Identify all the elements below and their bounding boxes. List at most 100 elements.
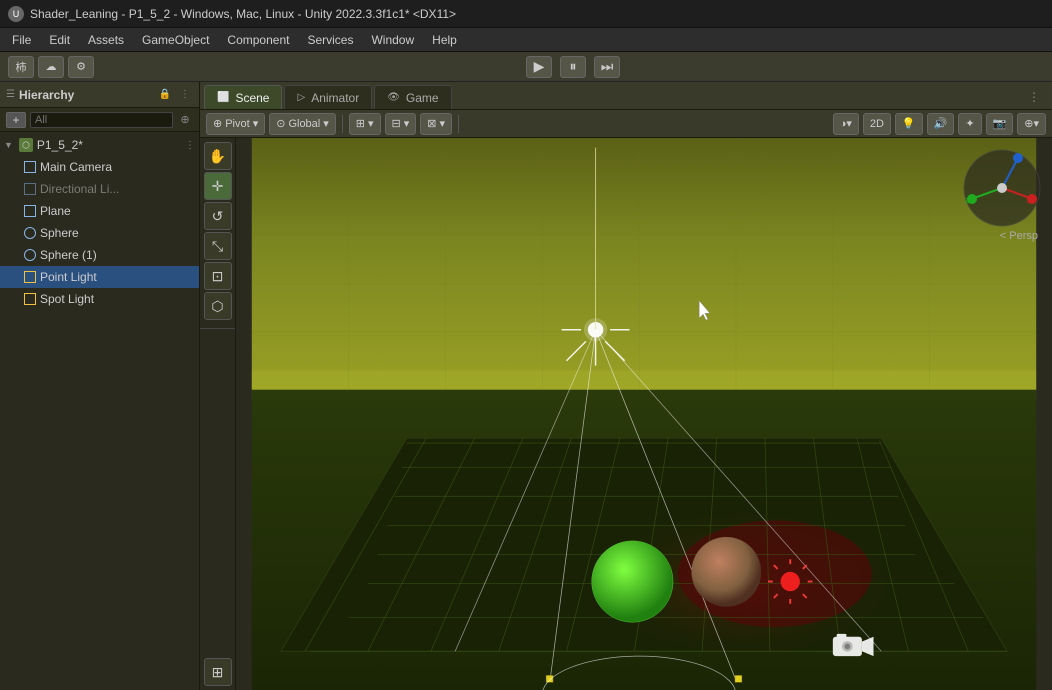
global-arrow-icon: ▾ xyxy=(323,117,329,130)
global-btn[interactable]: ⊙ Global ▾ xyxy=(269,113,336,135)
scene-kebab-btn[interactable]: ⋮ xyxy=(185,140,195,151)
menu-assets[interactable]: Assets xyxy=(80,31,132,49)
tab-animator[interactable]: ▷ Animator xyxy=(284,85,372,109)
window-title: Shader_Leaning - P1_5_2 - Windows, Mac, … xyxy=(30,7,456,21)
settings-btn[interactable]: ⚙ xyxy=(68,56,94,78)
grid-btn-3[interactable]: ⊠▾ xyxy=(420,113,452,135)
cloud-btn[interactable]: ☁ xyxy=(38,56,64,78)
toolbar-sep-2 xyxy=(458,115,459,133)
scene-content: z x y < xyxy=(236,138,1052,690)
animator-tab-label: Animator xyxy=(311,91,359,105)
svg-text:z: z xyxy=(965,195,970,205)
spot-light-icon xyxy=(24,293,36,305)
app-icon: U xyxy=(8,6,24,22)
hierarchy-more-btn[interactable]: ⋮ xyxy=(177,87,193,103)
scene-tab-label: Scene xyxy=(235,91,269,105)
title-bar: U Shader_Leaning - P1_5_2 - Windows, Mac… xyxy=(0,0,1052,28)
pivot-btn[interactable]: ⊕ Pivot ▾ xyxy=(206,113,265,135)
pivot-icon: ⊕ xyxy=(213,117,222,130)
hierarchy-header: ☰ Hierarchy 🔒 ⋮ xyxy=(0,82,199,108)
fx-toggle-btn[interactable]: ✦ xyxy=(958,113,981,135)
scene-svg xyxy=(236,138,1052,690)
hierarchy-scene-root[interactable]: ▼ ⬡ P1_5_2* ⋮ xyxy=(0,134,199,156)
move-tool-btn[interactable]: ✛ xyxy=(204,172,232,200)
game-tab-label: Game xyxy=(406,91,439,105)
play-btn[interactable]: ▶ xyxy=(526,56,552,78)
hierarchy-item-plane[interactable]: Plane xyxy=(0,200,199,222)
hierarchy-item-sphere-1[interactable]: Sphere (1) xyxy=(0,244,199,266)
account-btn[interactable]: 柿 xyxy=(8,56,34,78)
hierarchy-item-spot-light[interactable]: Spot Light xyxy=(0,288,199,310)
tree-item-label: Sphere (1) xyxy=(40,248,97,262)
hand-tool-btn[interactable]: ✋ xyxy=(204,142,232,170)
scene-toolbar: ⊕ Pivot ▾ ⊙ Global ▾ ⊞▾ ⊟▾ ⊠▾ ◑▾ 2D 💡 🔊 … xyxy=(200,110,1052,138)
main-layout: ☰ Hierarchy 🔒 ⋮ + ⊕ ▼ ⬡ P1_5_2* ⋮ Main C… xyxy=(0,82,1052,690)
hierarchy-item-sphere[interactable]: Sphere xyxy=(0,222,199,244)
tab-game[interactable]: 👁 Game xyxy=(374,85,451,109)
rect-tool-btn[interactable]: ⊡ xyxy=(204,262,232,290)
shading-btn[interactable]: ◑▾ xyxy=(833,113,859,135)
transform-tool-btn[interactable]: ⬡ xyxy=(204,292,232,320)
hierarchy-item-main-camera[interactable]: Main Camera xyxy=(0,156,199,178)
hierarchy-menu-icon: ☰ xyxy=(6,89,15,100)
pause-btn[interactable]: ⏸ xyxy=(560,56,586,78)
dir-light-icon xyxy=(24,183,36,195)
menu-bar: File Edit Assets GameObject Component Se… xyxy=(0,28,1052,52)
pivot-label: Pivot xyxy=(225,118,249,130)
tree-item-label: Sphere xyxy=(40,226,79,240)
hierarchy-lock-btn[interactable]: 🔒 xyxy=(157,87,173,103)
camera-effects-btn[interactable]: 📷 xyxy=(986,113,1014,135)
tab-more-btn[interactable]: ⋮ xyxy=(1020,85,1048,109)
scene-icon: ⬡ xyxy=(19,138,33,152)
menu-component[interactable]: Component xyxy=(219,31,297,49)
point-light-icon xyxy=(24,271,36,283)
global-icon: ⊙ xyxy=(276,117,285,130)
hierarchy-item-directional-light[interactable]: Directional Li... xyxy=(0,178,199,200)
tree-item-label: Main Camera xyxy=(40,160,112,174)
plane-icon xyxy=(24,205,36,217)
tree-expand-arrow: ▼ xyxy=(4,140,13,150)
account-area: 柿 ☁ ⚙ xyxy=(8,56,94,78)
scene-tab-icon: ⬜ xyxy=(217,92,229,103)
content-area: ⬜ Scene ▷ Animator 👁 Game ⋮ ⊕ Pivot ▾ ⊙ … xyxy=(200,82,1052,690)
hierarchy-item-point-light[interactable]: Point Light xyxy=(0,266,199,288)
scene-name: P1_5_2* xyxy=(37,138,83,152)
custom-editor-btn[interactable]: ⊞ xyxy=(204,658,232,686)
gizmos-btn[interactable]: ⊕▾ xyxy=(1017,113,1046,135)
game-tab-icon: 👁 xyxy=(387,92,400,103)
tree-item-label: Plane xyxy=(40,204,71,218)
hierarchy-add-btn[interactable]: + xyxy=(6,112,26,128)
nav-gizmo[interactable]: z x y xyxy=(962,148,1042,228)
grid-btn-1[interactable]: ⊞▾ xyxy=(349,113,381,135)
hierarchy-tree: ▼ ⬡ P1_5_2* ⋮ Main Camera Directional Li… xyxy=(0,132,199,690)
scene-viewport[interactable]: ✋ ✛ ↺ ⤡ ⊡ ⬡ ⊞ xyxy=(200,138,1052,690)
svg-text:x: x xyxy=(1027,195,1032,205)
rotate-tool-btn[interactable]: ↺ xyxy=(204,202,232,230)
step-btn[interactable]: ⏭ xyxy=(594,56,620,78)
audio-toggle-btn[interactable]: 🔊 xyxy=(927,113,955,135)
grid-btn-2[interactable]: ⊟▾ xyxy=(385,113,417,135)
menu-services[interactable]: Services xyxy=(299,31,361,49)
scale-tool-btn[interactable]: ⤡ xyxy=(204,232,232,260)
pivot-arrow-icon: ▾ xyxy=(253,117,259,130)
menu-help[interactable]: Help xyxy=(424,31,465,49)
toolbar-sep-1 xyxy=(342,115,343,133)
light-toggle-btn[interactable]: 💡 xyxy=(895,113,923,135)
hierarchy-search-input[interactable] xyxy=(30,112,173,128)
svg-text:y: y xyxy=(1013,154,1018,164)
persp-label: < Persp xyxy=(1000,230,1038,242)
tab-scene[interactable]: ⬜ Scene xyxy=(204,85,282,109)
hierarchy-panel: ☰ Hierarchy 🔒 ⋮ + ⊕ ▼ ⬡ P1_5_2* ⋮ Main C… xyxy=(0,82,200,690)
scene-toolbar-right: ◑▾ 2D 💡 🔊 ✦ 📷 ⊕▾ xyxy=(833,113,1046,135)
menu-edit[interactable]: Edit xyxy=(41,31,78,49)
global-label: Global xyxy=(288,118,320,130)
sphere1-icon xyxy=(24,249,36,261)
camera-cube-icon xyxy=(24,161,36,173)
menu-file[interactable]: File xyxy=(4,31,39,49)
menu-gameobject[interactable]: GameObject xyxy=(134,31,217,49)
menu-window[interactable]: Window xyxy=(363,31,422,49)
hierarchy-search-options[interactable]: ⊕ xyxy=(177,112,193,128)
animator-tab-icon: ▷ xyxy=(297,92,305,103)
tab-bar: ⬜ Scene ▷ Animator 👁 Game ⋮ xyxy=(200,82,1052,110)
2d-btn[interactable]: 2D xyxy=(863,113,891,135)
